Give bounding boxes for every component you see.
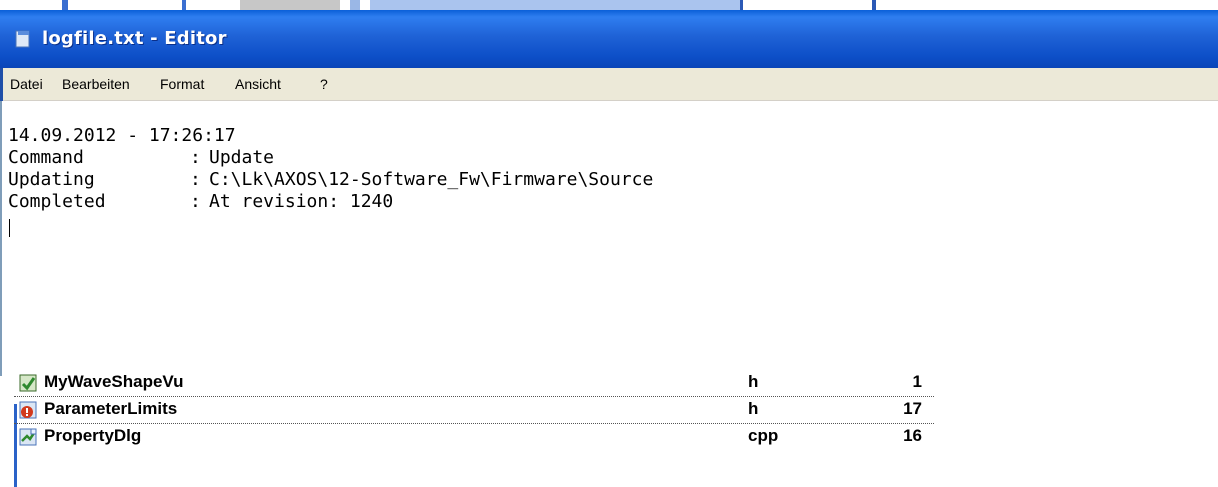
menu-help[interactable]: ? bbox=[320, 76, 328, 92]
title-bar[interactable]: logfile.txt - Editor bbox=[0, 10, 1218, 68]
menu-datei[interactable]: Datei bbox=[10, 76, 43, 92]
file-extension: h bbox=[748, 399, 759, 418]
menu-bearbeiten[interactable]: Bearbeiten bbox=[62, 76, 130, 92]
file-name: MyWaveShapeVu bbox=[44, 372, 184, 391]
file-extension: h bbox=[748, 372, 759, 391]
file-extension: cpp bbox=[748, 426, 779, 445]
list-item[interactable]: ParameterLimits h 17 bbox=[14, 396, 934, 424]
menu-bar: Datei Bearbeiten Format Ansicht ? bbox=[0, 68, 1218, 101]
added-file-icon bbox=[18, 427, 38, 447]
background-window-edge bbox=[240, 0, 340, 10]
text-caret bbox=[9, 219, 10, 237]
entry-value: C:\Lk\AXOS\12-Software_Fw\Firmware\Sourc… bbox=[209, 169, 654, 190]
entry-separator: : bbox=[190, 191, 201, 212]
file-name: ParameterLimits bbox=[44, 399, 178, 418]
background-window-edge bbox=[350, 0, 360, 10]
file-count: 17 bbox=[903, 399, 922, 418]
source-file-icon bbox=[18, 373, 38, 393]
file-list: MyWaveShapeVu h 1 ParameterLimits h 17 P… bbox=[0, 372, 1218, 487]
background-window-edge bbox=[740, 0, 743, 10]
background-window-edge bbox=[872, 0, 876, 10]
menu-ansicht[interactable]: Ansicht bbox=[235, 76, 281, 92]
text-editor-area[interactable]: 14.09.2012 - 17:26:17 Command: Update Upd… bbox=[0, 101, 1218, 376]
list-item[interactable]: PropertyDlg cpp 16 bbox=[14, 424, 934, 450]
notepad-window: logfile.txt - Editor Datei Bearbeiten Fo… bbox=[0, 10, 1218, 376]
log-entry-completed: Completed: At revision: 1240 bbox=[8, 189, 393, 215]
modified-file-icon bbox=[18, 400, 38, 420]
entry-value: At revision: 1240 bbox=[209, 191, 394, 212]
background-window-edge bbox=[370, 0, 742, 10]
file-count: 16 bbox=[903, 426, 922, 445]
list-item[interactable]: MyWaveShapeVu h 1 bbox=[14, 370, 934, 396]
background-window-edge bbox=[62, 0, 68, 10]
window-title: logfile.txt - Editor bbox=[42, 28, 227, 49]
file-name: PropertyDlg bbox=[44, 426, 142, 445]
notepad-icon bbox=[14, 30, 32, 48]
entry-value: Update bbox=[209, 147, 275, 168]
background-window-edge bbox=[182, 0, 186, 10]
menu-format[interactable]: Format bbox=[160, 76, 204, 92]
file-count: 1 bbox=[912, 372, 922, 391]
entry-label: Completed bbox=[8, 191, 106, 212]
